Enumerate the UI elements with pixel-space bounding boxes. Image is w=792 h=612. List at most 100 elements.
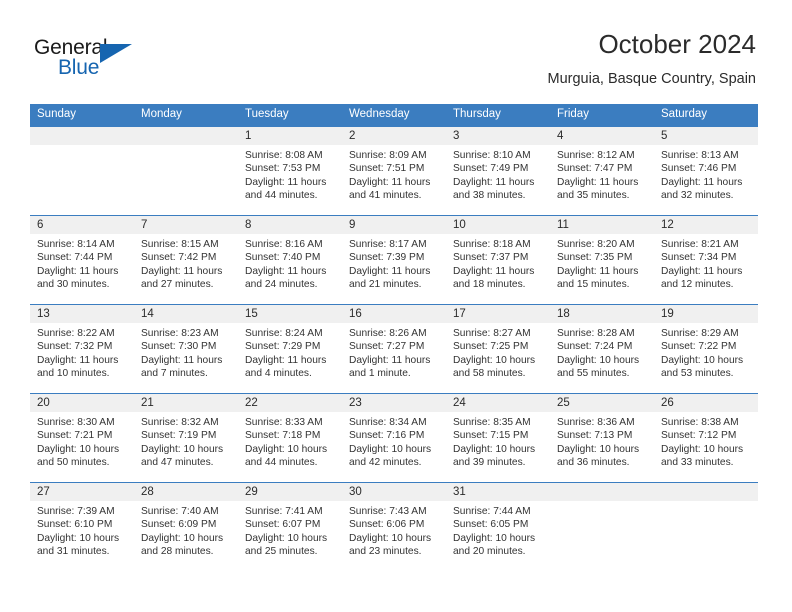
day-details: Sunrise: 7:41 AM Sunset: 6:07 PM Daylight:…	[238, 501, 342, 559]
calendar-day-cell[interactable]: 30 Sunrise: 7:43 AM Sunset: 6:06 PM Dayligh…	[342, 482, 446, 571]
daylight-text-line2: and 38 minutes.	[453, 190, 526, 202]
day-number: 15	[238, 305, 342, 323]
day-number: 1	[238, 127, 342, 145]
weekday-header-friday: Friday	[550, 104, 654, 127]
day-number: 10	[446, 216, 550, 234]
daylight-text-line2: and 33 minutes.	[661, 457, 734, 469]
day-number: 13	[30, 305, 134, 323]
sunset-text: Sunset: 7:30 PM	[141, 341, 217, 353]
sunset-text: Sunset: 6:07 PM	[245, 519, 321, 531]
calendar-day-cell[interactable]: 12 Sunrise: 8:21 AM Sunset: 7:34 PM Dayligh…	[654, 215, 758, 305]
calendar-day-cell[interactable]: 23 Sunrise: 8:34 AM Sunset: 7:16 PM Dayligh…	[342, 393, 446, 483]
calendar-day-cell[interactable]: 4 Sunrise: 8:12 AM Sunset: 7:47 PM Daylight…	[550, 126, 654, 216]
daylight-text-line2: and 28 minutes.	[141, 546, 214, 558]
sunrise-text: Sunrise: 8:16 AM	[245, 239, 323, 250]
daylight-text-line2: and 36 minutes.	[557, 457, 630, 469]
daylight-text-line2: and 27 minutes.	[141, 279, 214, 291]
calendar-day-cell[interactable]: 25 Sunrise: 8:36 AM Sunset: 7:13 PM Dayligh…	[550, 393, 654, 483]
sunset-text: Sunset: 7:47 PM	[557, 163, 633, 175]
calendar-day-cell[interactable]: 8 Sunrise: 8:16 AM Sunset: 7:40 PM Daylight…	[238, 215, 342, 305]
sunrise-text: Sunrise: 8:23 AM	[141, 328, 219, 339]
calendar-day-cell[interactable]: 16 Sunrise: 8:26 AM Sunset: 7:27 PM Dayligh…	[342, 304, 446, 394]
calendar-day-cell[interactable]: 9 Sunrise: 8:17 AM Sunset: 7:39 PM Daylight…	[342, 215, 446, 305]
calendar-day-cell[interactable]: 29 Sunrise: 7:41 AM Sunset: 6:07 PM Dayligh…	[238, 482, 342, 571]
calendar-day-cell[interactable]: 3 Sunrise: 8:10 AM Sunset: 7:49 PM Daylight…	[446, 126, 550, 216]
day-details: Sunrise: 7:43 AM Sunset: 6:06 PM Daylight:…	[342, 501, 446, 559]
calendar-day-cell[interactable]: 5 Sunrise: 8:13 AM Sunset: 7:46 PM Daylight…	[654, 126, 758, 216]
weekday-header-thursday: Thursday	[446, 104, 550, 127]
page-subtitle: Murguia, Basque Country, Spain	[547, 71, 757, 87]
calendar-day-cell[interactable]: 19 Sunrise: 8:29 AM Sunset: 7:22 PM Dayligh…	[654, 304, 758, 394]
calendar-day-cell[interactable]: 27 Sunrise: 7:39 AM Sunset: 6:10 PM Dayligh…	[30, 482, 134, 571]
calendar-day-cell[interactable]: 18 Sunrise: 8:28 AM Sunset: 7:24 PM Dayligh…	[550, 304, 654, 394]
sunset-text: Sunset: 7:40 PM	[245, 252, 321, 264]
calendar-day-cell[interactable]	[134, 126, 238, 216]
daylight-text-line1: Daylight: 10 hours	[37, 443, 120, 455]
weekday-header-sunday: Sunday	[30, 104, 134, 127]
daylight-text-line2: and 39 minutes.	[453, 457, 526, 469]
daylight-text-line1: Daylight: 10 hours	[141, 443, 224, 455]
calendar-day-cell[interactable]: 13 Sunrise: 8:22 AM Sunset: 7:32 PM Dayligh…	[30, 304, 134, 394]
calendar-day-cell[interactable]	[30, 126, 134, 216]
daylight-text-line2: and 58 minutes.	[453, 368, 526, 380]
weekday-header-monday: Monday	[134, 104, 238, 127]
calendar-day-cell[interactable]: 10 Sunrise: 8:18 AM Sunset: 7:37 PM Dayligh…	[446, 215, 550, 305]
calendar-day-cell[interactable]: 31 Sunrise: 7:44 AM Sunset: 6:05 PM Dayligh…	[446, 482, 550, 571]
day-details: Sunrise: 8:33 AM Sunset: 7:18 PM Daylight:…	[238, 412, 342, 470]
daylight-text-line1: Daylight: 11 hours	[557, 176, 639, 188]
calendar-day-cell[interactable]: 2 Sunrise: 8:09 AM Sunset: 7:51 PM Daylight…	[342, 126, 446, 216]
calendar-day-cell[interactable]: 14 Sunrise: 8:23 AM Sunset: 7:30 PM Dayligh…	[134, 304, 238, 394]
day-details: Sunrise: 8:10 AM Sunset: 7:49 PM Daylight:…	[446, 145, 550, 203]
sunrise-text: Sunrise: 8:33 AM	[245, 417, 323, 428]
weekday-header-wednesday: Wednesday	[342, 104, 446, 127]
sunset-text: Sunset: 7:13 PM	[557, 430, 633, 442]
daylight-text-line2: and 31 minutes.	[37, 546, 110, 558]
calendar-day-cell[interactable]: 11 Sunrise: 8:20 AM Sunset: 7:35 PM Dayligh…	[550, 215, 654, 305]
calendar-day-cell[interactable]: 20 Sunrise: 8:30 AM Sunset: 7:21 PM Dayligh…	[30, 393, 134, 483]
calendar-day-cell[interactable]: 26 Sunrise: 8:38 AM Sunset: 7:12 PM Dayligh…	[654, 393, 758, 483]
sunrise-text: Sunrise: 8:08 AM	[245, 150, 323, 161]
sunrise-text: Sunrise: 8:24 AM	[245, 328, 323, 339]
day-number: 26	[654, 394, 758, 412]
calendar-day-cell[interactable]	[550, 482, 654, 571]
calendar-day-cell[interactable]: 7 Sunrise: 8:15 AM Sunset: 7:42 PM Daylight…	[134, 215, 238, 305]
sunrise-text: Sunrise: 7:40 AM	[141, 506, 219, 517]
sunrise-text: Sunrise: 7:41 AM	[245, 506, 323, 517]
day-number: 4	[550, 127, 654, 145]
calendar-day-cell[interactable]: 17 Sunrise: 8:27 AM Sunset: 7:25 PM Dayligh…	[446, 304, 550, 394]
daylight-text-line1: Daylight: 11 hours	[349, 265, 431, 277]
page-title: October 2024	[598, 29, 756, 59]
calendar-day-cell[interactable]	[654, 482, 758, 571]
daylight-text-line1: Daylight: 11 hours	[557, 265, 639, 277]
sunrise-text: Sunrise: 8:32 AM	[141, 417, 219, 428]
calendar-day-cell[interactable]: 24 Sunrise: 8:35 AM Sunset: 7:15 PM Dayligh…	[446, 393, 550, 483]
calendar-day-cell[interactable]: 28 Sunrise: 7:40 AM Sunset: 6:09 PM Dayligh…	[134, 482, 238, 571]
sunrise-text: Sunrise: 8:28 AM	[557, 328, 635, 339]
daylight-text-line1: Daylight: 11 hours	[245, 265, 327, 277]
daylight-text-line2: and 12 minutes.	[661, 279, 734, 291]
sunset-text: Sunset: 6:06 PM	[349, 519, 425, 531]
calendar-week-row: 20 Sunrise: 8:30 AM Sunset: 7:21 PM Dayligh…	[30, 393, 758, 483]
calendar-day-cell[interactable]: 1 Sunrise: 8:08 AM Sunset: 7:53 PM Daylight…	[238, 126, 342, 216]
sunrise-text: Sunrise: 8:26 AM	[349, 328, 427, 339]
day-details: Sunrise: 8:14 AM Sunset: 7:44 PM Daylight:…	[30, 234, 134, 292]
day-number: 31	[446, 483, 550, 501]
sunset-text: Sunset: 7:34 PM	[661, 252, 737, 264]
day-details: Sunrise: 8:22 AM Sunset: 7:32 PM Daylight:…	[30, 323, 134, 381]
day-number: 23	[342, 394, 446, 412]
day-number: 11	[550, 216, 654, 234]
calendar-day-cell[interactable]: 15 Sunrise: 8:24 AM Sunset: 7:29 PM Dayligh…	[238, 304, 342, 394]
flag-triangle-icon	[100, 44, 132, 63]
general-blue-logo[interactable]: General Blue	[34, 36, 144, 84]
sunrise-text: Sunrise: 8:12 AM	[557, 150, 635, 161]
calendar-day-cell[interactable]: 6 Sunrise: 8:14 AM Sunset: 7:44 PM Daylight…	[30, 215, 134, 305]
daylight-text-line2: and 35 minutes.	[557, 190, 630, 202]
sunset-text: Sunset: 7:46 PM	[661, 163, 737, 175]
sunset-text: Sunset: 7:19 PM	[141, 430, 217, 442]
day-number: 3	[446, 127, 550, 145]
weekday-header-tuesday: Tuesday	[238, 104, 342, 127]
daylight-text-line1: Daylight: 10 hours	[557, 443, 640, 455]
calendar-day-cell[interactable]: 21 Sunrise: 8:32 AM Sunset: 7:19 PM Dayligh…	[134, 393, 238, 483]
calendar-day-cell[interactable]: 22 Sunrise: 8:33 AM Sunset: 7:18 PM Dayligh…	[238, 393, 342, 483]
sunrise-text: Sunrise: 8:29 AM	[661, 328, 739, 339]
